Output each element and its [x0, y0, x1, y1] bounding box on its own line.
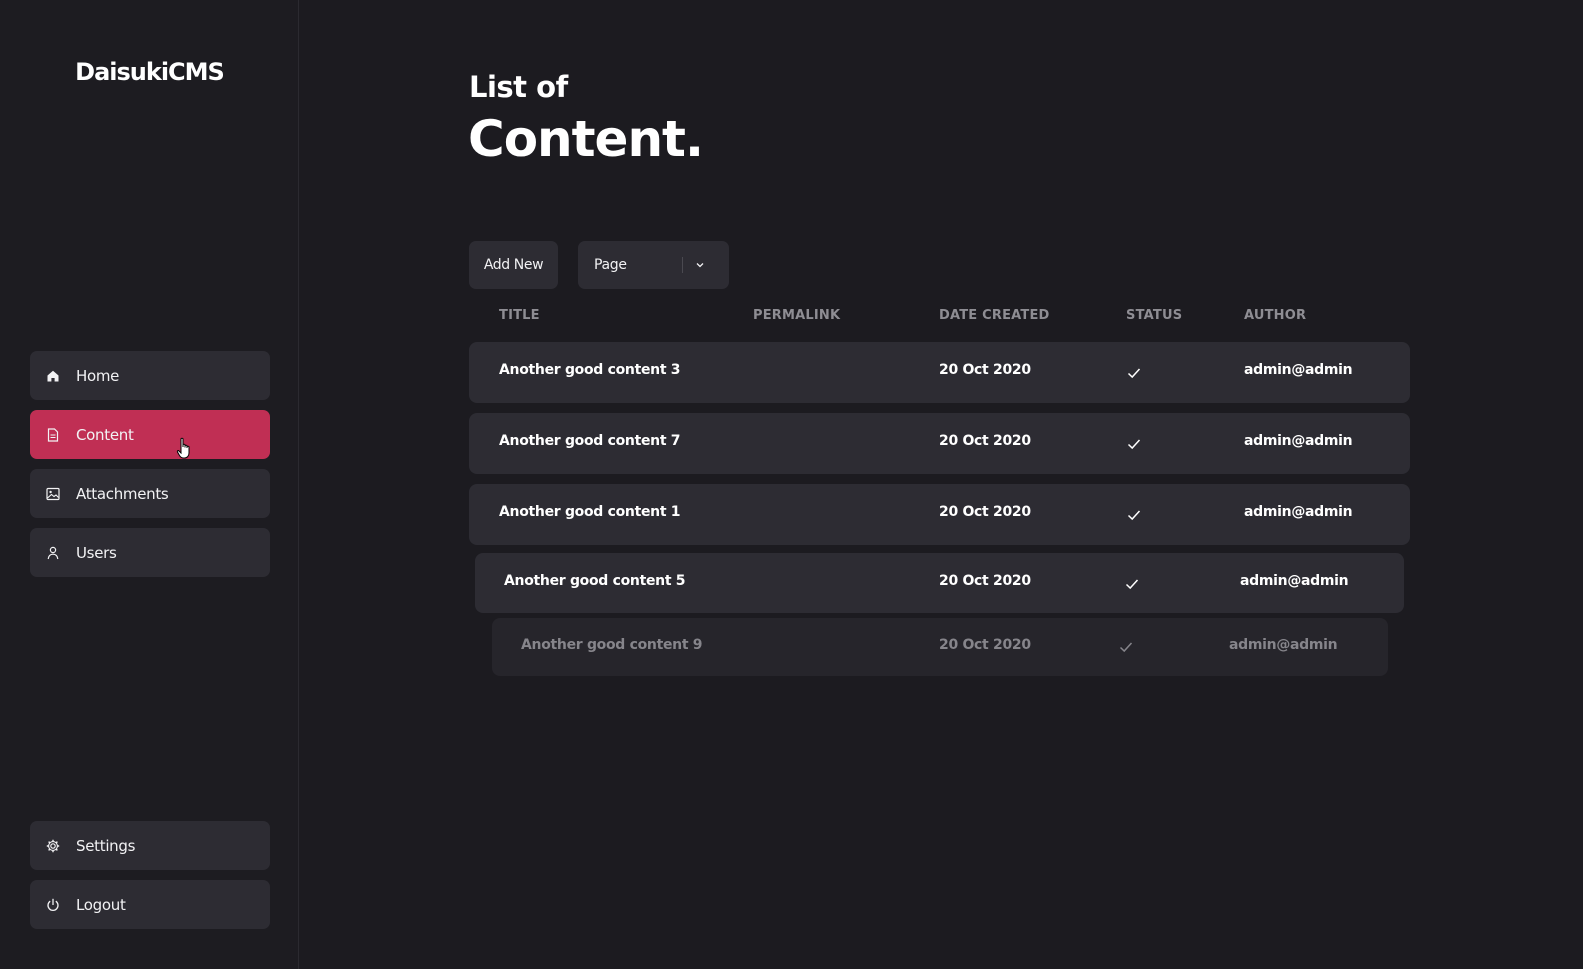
row-date: 20 Oct 2020 — [939, 433, 1031, 449]
column-header-title[interactable]: TITLE — [499, 308, 540, 323]
check-icon — [1127, 507, 1141, 521]
column-header-permalink[interactable]: PERMALINK — [753, 308, 840, 323]
row-date: 20 Oct 2020 — [939, 637, 1031, 653]
page-title: Content. — [468, 110, 704, 168]
app-root: DaisukiCMS Home Content Attachments User… — [0, 0, 1583, 969]
home-icon — [46, 369, 60, 383]
sidebar-item-home[interactable]: Home — [30, 351, 270, 400]
row-date: 20 Oct 2020 — [939, 362, 1031, 378]
row-author: admin@admin — [1244, 504, 1353, 520]
check-icon — [1119, 639, 1133, 653]
sidebar-item-content[interactable]: Content — [30, 410, 270, 459]
sidebar-item-label: Users — [76, 543, 117, 562]
document-icon — [46, 427, 60, 442]
sidebar-item-settings[interactable]: Settings — [30, 821, 270, 870]
app-logo: DaisukiCMS — [75, 58, 225, 86]
content-type-select[interactable]: Page — [578, 241, 729, 289]
sidebar-item-label: Attachments — [76, 484, 169, 503]
sidebar-item-label: Settings — [76, 836, 136, 855]
table-row[interactable]: Another good content 1 20 Oct 2020 admin… — [469, 484, 1410, 545]
row-title: Another good content 3 — [499, 362, 681, 378]
row-author: admin@admin — [1244, 433, 1353, 449]
power-icon — [46, 898, 60, 912]
row-title: Another good content 9 — [521, 637, 703, 653]
row-date: 20 Oct 2020 — [939, 573, 1031, 589]
image-icon — [46, 487, 60, 501]
row-title: Another good content 5 — [504, 573, 686, 589]
gear-icon — [46, 839, 60, 853]
page-subtitle: List of — [469, 70, 568, 104]
add-new-button[interactable]: Add New — [469, 241, 558, 289]
select-divider — [682, 257, 683, 273]
sidebar-item-users[interactable]: Users — [30, 528, 270, 577]
user-icon — [46, 546, 60, 560]
sidebar-item-label: Content — [76, 425, 134, 444]
row-author: admin@admin — [1240, 573, 1349, 589]
sidebar-item-attachments[interactable]: Attachments — [30, 469, 270, 518]
check-icon — [1125, 576, 1139, 590]
sidebar: DaisukiCMS Home Content Attachments User… — [0, 0, 299, 969]
table-row[interactable]: Another good content 7 20 Oct 2020 admin… — [469, 413, 1410, 474]
table-row[interactable]: Another good content 3 20 Oct 2020 admin… — [469, 342, 1410, 403]
content-type-select-value: Page — [594, 257, 627, 273]
row-date: 20 Oct 2020 — [939, 504, 1031, 520]
column-header-author[interactable]: AUTHOR — [1244, 308, 1306, 323]
column-header-status[interactable]: STATUS — [1126, 308, 1182, 323]
check-icon — [1127, 436, 1141, 450]
column-header-date-created[interactable]: DATE CREATED — [939, 308, 1050, 323]
row-title: Another good content 7 — [499, 433, 681, 449]
sidebar-item-label: Home — [76, 366, 120, 385]
table-row[interactable]: Another good content 5 20 Oct 2020 admin… — [475, 553, 1404, 613]
row-author: admin@admin — [1229, 637, 1338, 653]
row-title: Another good content 1 — [499, 504, 681, 520]
chevron-down-icon — [695, 260, 705, 270]
row-author: admin@admin — [1244, 362, 1353, 378]
sidebar-item-label: Logout — [76, 895, 126, 914]
sidebar-item-logout[interactable]: Logout — [30, 880, 270, 929]
check-icon — [1127, 365, 1141, 379]
table-row[interactable]: Another good content 9 20 Oct 2020 admin… — [492, 618, 1388, 676]
mouse-cursor-icon — [176, 437, 194, 461]
